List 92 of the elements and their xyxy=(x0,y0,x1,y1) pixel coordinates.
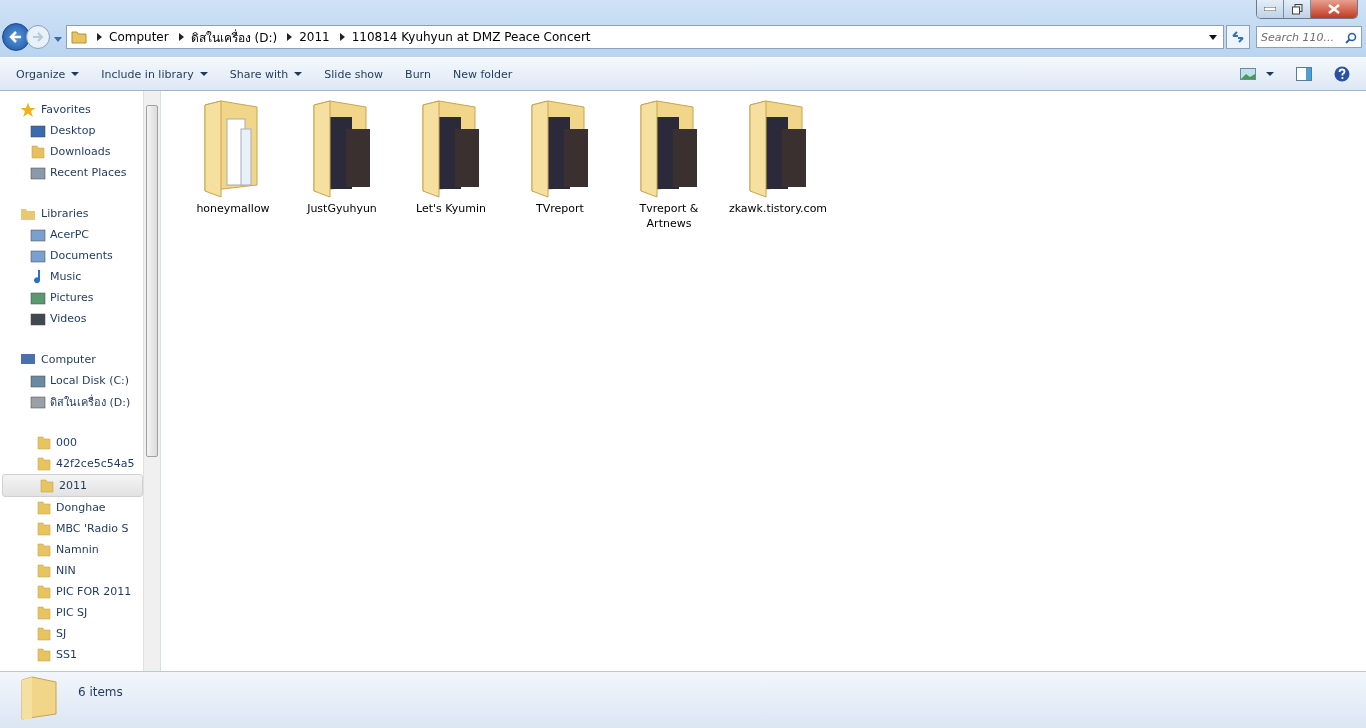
nav-item[interactable]: ดิสในเครื่อง (D:) xyxy=(0,391,143,412)
caret-icon xyxy=(1209,34,1217,40)
nav-section[interactable]: Computer xyxy=(41,353,96,366)
help-icon xyxy=(1334,66,1350,82)
nav-item-icon xyxy=(30,372,46,389)
chevron-icon xyxy=(178,33,184,41)
caret-icon xyxy=(54,36,62,42)
section-icon xyxy=(20,101,36,118)
toolbar-button[interactable]: Organize xyxy=(8,63,88,85)
chevron-icon xyxy=(97,33,102,41)
nav-item-icon xyxy=(39,477,55,494)
nav-item[interactable]: SS1 xyxy=(0,644,143,665)
refresh-button[interactable] xyxy=(1226,25,1250,49)
nav-item-icon xyxy=(30,393,46,410)
picture-icon xyxy=(1240,68,1256,80)
nav-item-icon xyxy=(36,455,52,472)
nav-item-icon xyxy=(36,625,52,642)
nav-item-icon xyxy=(30,310,46,327)
nav-item[interactable]: 2011 xyxy=(2,474,143,497)
nav-item[interactable]: MBC 'Radio S xyxy=(0,518,143,539)
nav-item[interactable]: 000 xyxy=(0,432,143,453)
nav-item[interactable]: PIC FOR 2011 xyxy=(0,581,143,602)
nav-item-icon xyxy=(36,562,52,579)
nav-item-icon xyxy=(30,143,46,160)
caret-icon xyxy=(1266,72,1274,76)
nav-item[interactable]: NIN xyxy=(0,560,143,581)
search-field[interactable]: Search 110... xyxy=(1256,26,1362,48)
nav-item-icon xyxy=(36,583,52,600)
breadcrumb[interactable]: 110814 Kyuhyun at DMZ Peace Concert xyxy=(351,30,591,44)
toolbar-button[interactable]: New folder xyxy=(444,63,521,85)
folder-item[interactable]: Tvreport & Artnews xyxy=(617,97,721,231)
forward-arrow-icon xyxy=(32,31,44,43)
folder-item[interactable]: zkawk.tistory.com xyxy=(726,97,830,216)
nav-item-icon xyxy=(30,122,46,139)
nav-item-icon xyxy=(36,434,52,451)
nav-item[interactable]: SJ xyxy=(0,623,143,644)
nav-section[interactable]: Favorites xyxy=(41,103,91,116)
folder-icon xyxy=(20,676,60,720)
maximize-button[interactable] xyxy=(1284,0,1311,18)
chevron-icon xyxy=(339,33,345,41)
nav-item-icon xyxy=(36,499,52,516)
nav-item-icon xyxy=(36,520,52,537)
nav-item[interactable]: Local Disk (C:) xyxy=(0,370,143,391)
search-icon xyxy=(1345,32,1357,44)
minimize-icon xyxy=(1264,7,1276,11)
back-arrow-icon xyxy=(9,30,23,44)
item-count: 6 items xyxy=(78,685,123,699)
folder-item[interactable]: JustGyuhyun xyxy=(290,97,394,216)
nav-item[interactable]: PIC SJ xyxy=(0,602,143,623)
nav-item[interactable]: Documents xyxy=(0,245,143,266)
caret-icon xyxy=(71,72,80,76)
nav-item[interactable]: Desktop xyxy=(0,120,143,141)
folder-item[interactable]: TVreport xyxy=(508,97,612,216)
nav-item[interactable]: Pictures xyxy=(0,287,143,308)
nav-item[interactable]: Videos xyxy=(0,308,143,329)
pane-icon xyxy=(1296,67,1312,81)
folder-icon xyxy=(71,30,87,44)
address-bar[interactable]: Computer ดิสในเครื่อง (D:) 2011 110814 Kyuhyun at DMZ Peace Concert xyxy=(66,25,1224,49)
toolbar-button[interactable]: Share with xyxy=(221,63,311,85)
refresh-icon xyxy=(1231,30,1245,44)
chevron-icon xyxy=(287,33,293,41)
nav-item[interactable]: AcerPC xyxy=(0,224,143,245)
restore-icon xyxy=(1291,3,1303,15)
breadcrumb[interactable]: Computer xyxy=(109,30,169,44)
toolbar-button[interactable]: Include in library xyxy=(93,63,216,85)
nav-item[interactable]: Downloads xyxy=(0,141,143,162)
folder-item[interactable]: honeymallow xyxy=(181,97,285,216)
forward-button[interactable] xyxy=(26,25,50,49)
toolbar-button[interactable]: Burn xyxy=(397,63,439,85)
breadcrumb[interactable]: 2011 xyxy=(299,30,330,44)
nav-item-icon xyxy=(36,541,52,558)
nav-item-icon xyxy=(30,226,46,243)
scrollbar[interactable] xyxy=(143,91,160,671)
nav-item[interactable]: Music xyxy=(0,266,143,287)
caret-icon xyxy=(294,72,303,76)
nav-item[interactable]: Recent Places xyxy=(0,162,143,183)
nav-item-icon xyxy=(30,164,46,181)
close-icon xyxy=(1328,4,1340,14)
nav-item-icon xyxy=(36,646,52,663)
caret-icon xyxy=(199,72,208,76)
folder-item[interactable]: Let's Kyumin xyxy=(399,97,503,216)
nav-section[interactable]: Libraries xyxy=(41,207,89,220)
nav-item[interactable]: Donghae xyxy=(0,497,143,518)
breadcrumb[interactable]: ดิสในเครื่อง (D:) xyxy=(190,27,278,47)
nav-item-icon xyxy=(30,289,46,306)
nav-item[interactable]: 42f2ce5c54a5 xyxy=(0,453,143,474)
close-button[interactable] xyxy=(1311,0,1357,18)
nav-item-icon xyxy=(30,247,46,264)
toolbar-button[interactable]: Slide show xyxy=(316,63,392,85)
back-button[interactable] xyxy=(2,23,30,51)
nav-item-icon xyxy=(36,604,52,621)
nav-item[interactable]: Namnin xyxy=(0,539,143,560)
